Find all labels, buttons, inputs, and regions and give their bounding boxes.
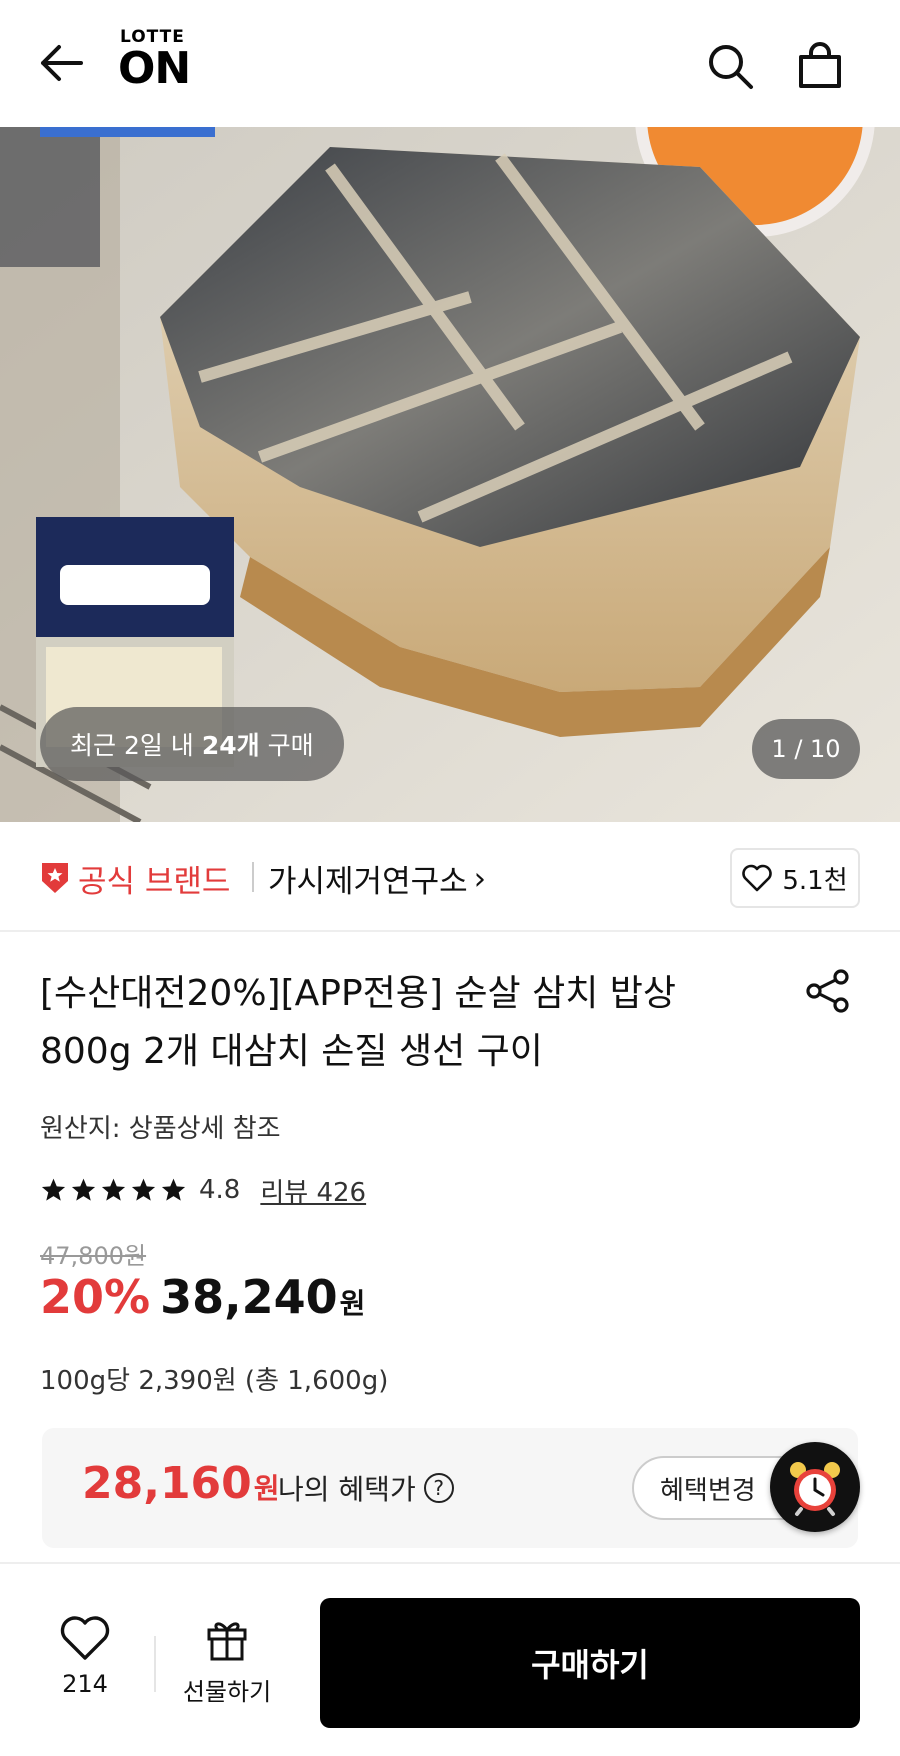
brand-row: 공식 브랜드 가시제거연구소 › 5.1천 <box>0 822 900 932</box>
shopping-bag-icon <box>799 42 841 88</box>
review-link[interactable]: 리뷰 426 <box>260 1172 366 1209</box>
star-icon <box>71 1178 96 1201</box>
star-icon <box>131 1178 156 1201</box>
wishlist-button[interactable]: 214 <box>40 1614 130 1714</box>
store-link[interactable]: 가시제거연구소 › <box>268 856 486 901</box>
share-button[interactable] <box>800 963 856 1019</box>
benefit-price-box: 28,160 원 나의 혜택가 ? 혜택변경 <box>42 1428 858 1548</box>
store-like-count: 5.1천 <box>782 865 848 896</box>
back-button[interactable] <box>36 38 86 88</box>
benefit-price-currency: 원 <box>253 1472 280 1505</box>
recent-suffix: 구매 <box>267 731 314 760</box>
top-header: LOTTE ON <box>0 0 900 127</box>
cart-button[interactable] <box>792 38 848 94</box>
original-price: 47,800원 <box>40 1242 147 1270</box>
lotte-on-logo[interactable]: LOTTE ON <box>118 28 202 96</box>
store-like-button[interactable]: 5.1천 <box>730 848 860 908</box>
share-icon <box>806 969 849 1013</box>
benefit-price-value: 28,160 <box>82 1458 252 1509</box>
discount-rate: 20% <box>40 1270 151 1324</box>
bottom-divider <box>154 1636 156 1692</box>
sale-price: 38,240 <box>160 1270 338 1324</box>
sale-price-currency: 원 <box>339 1287 366 1320</box>
gift-button[interactable]: 선물하기 <box>172 1616 282 1716</box>
star-icon <box>101 1178 126 1201</box>
product-image-carousel[interactable]: 최근 2일 내 24개 구매 1 / 10 <box>0 127 900 822</box>
star-icon <box>161 1178 186 1201</box>
price-row: 20% 38,240 원 <box>40 1270 365 1324</box>
back-arrow-icon <box>41 45 83 81</box>
unit-price: 100g당 2,390원 (총 1,600g) <box>40 1366 389 1396</box>
rating-row: 4.8 리뷰 426 <box>40 1170 366 1210</box>
gift-label: 선물하기 <box>182 1678 272 1706</box>
recent-count: 24개 <box>201 731 260 760</box>
store-name: 가시제거연구소 <box>268 864 468 900</box>
brand-divider <box>252 862 254 892</box>
benefit-label: 나의 혜택가 ? <box>278 1468 454 1508</box>
rating-value: 4.8 <box>199 1175 241 1205</box>
star-icon <box>41 1178 66 1201</box>
origin-info: 원산지: 상품상세 참조 <box>40 1114 281 1144</box>
search-button[interactable] <box>702 38 758 94</box>
product-title: [수산대전20%][APP전용] 순살 삼치 밥상 800g 2개 대삼치 손질… <box>40 973 677 1072</box>
rating-stars <box>40 1177 187 1203</box>
chevron-right-icon: › <box>473 860 487 897</box>
wishlist-count: 214 <box>62 1670 108 1698</box>
benefit-label-text: 나의 혜택가 <box>278 1473 416 1506</box>
alarm-floating-button[interactable] <box>770 1442 860 1532</box>
recent-prefix: 최근 2일 내 <box>70 731 194 760</box>
help-icon[interactable]: ? <box>423 1473 454 1503</box>
heart-icon <box>60 1616 110 1660</box>
bottom-action-bar: 214 선물하기 구매하기 <box>0 1562 900 1756</box>
logo-bottom-text: ON <box>118 43 191 94</box>
benefit-price: 28,160 원 <box>82 1458 280 1509</box>
recent-purchase-badge: 최근 2일 내 24개 구매 <box>40 707 344 781</box>
shield-star-icon <box>42 863 68 893</box>
image-pager: 1 / 10 <box>752 719 860 779</box>
official-brand-label: 공식 브랜드 <box>78 864 231 900</box>
buy-button[interactable]: 구매하기 <box>320 1598 860 1728</box>
gift-icon <box>207 1622 247 1661</box>
alarm-clock-icon <box>790 1462 840 1516</box>
heart-icon <box>742 864 773 892</box>
search-icon <box>709 45 753 89</box>
